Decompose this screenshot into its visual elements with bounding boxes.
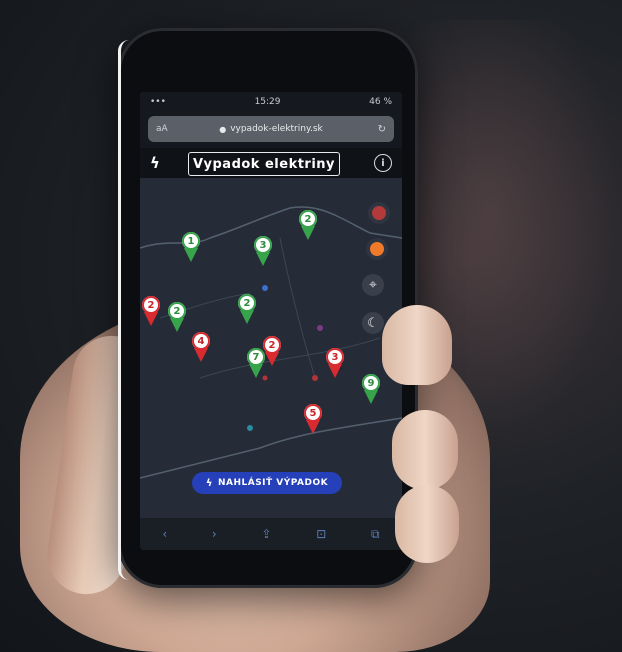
info-icon[interactable]: i (374, 154, 392, 172)
status-signal: ••• (150, 97, 166, 107)
map-marker[interactable]: 3 (252, 236, 274, 268)
finger (395, 485, 459, 563)
map-marker[interactable]: 4 (190, 332, 212, 364)
share-icon[interactable]: ⇪ (261, 527, 271, 541)
phone-screen: ••• 15:29 46 % aA ● vypadok-elektriny.sk… (140, 92, 402, 550)
marker-pointer (256, 252, 270, 266)
status-battery: 46 % (369, 97, 392, 107)
warning-filter-button[interactable] (366, 238, 388, 260)
bolt-icon: ϟ (205, 477, 213, 489)
url-text: vypadok-elektriny.sk (230, 124, 323, 134)
map-marker[interactable]: 2 (236, 294, 258, 326)
forward-icon[interactable]: › (212, 527, 217, 541)
report-outage-label: NAHLÁSIŤ VÝPADOK (217, 478, 329, 488)
map-marker[interactable]: 3 (324, 348, 346, 380)
map-marker[interactable]: 5 (302, 404, 324, 436)
marker-pointer (364, 390, 378, 404)
bookmarks-icon[interactable]: ⊡ (316, 527, 326, 541)
map-marker[interactable]: 1 (180, 232, 202, 264)
text-size-button[interactable]: aA (156, 124, 168, 134)
map-marker[interactable]: 2 (166, 302, 188, 334)
outage-map[interactable]: 1 3 2 2 2 2 4 7 2 3 9 5 ⌖ ☾ (140, 178, 402, 518)
marker-pointer (240, 310, 254, 324)
address-field[interactable]: aA ● vypadok-elektriny.sk ↻ (148, 116, 394, 142)
marker-pointer (328, 364, 342, 378)
status-time: 15:29 (254, 97, 281, 107)
map-marker[interactable]: 2 (297, 210, 319, 242)
report-outage-button[interactable]: ϟ NAHLÁSIŤ VÝPADOK (192, 472, 342, 494)
tabs-icon[interactable]: ⧉ (371, 527, 380, 542)
marker-pointer (144, 312, 158, 326)
browser-toolbar: ‹ › ⇪ ⊡ ⧉ (140, 518, 402, 550)
bolt-icon: ϟ (150, 154, 160, 172)
reload-icon[interactable]: ↻ (378, 124, 386, 135)
map-marker[interactable]: 9 (360, 374, 382, 406)
marker-pointer (170, 318, 184, 332)
finger (382, 305, 452, 385)
marker-pointer (265, 352, 279, 366)
moon-icon[interactable]: ☾ (362, 312, 384, 334)
marker-pointer (301, 226, 315, 240)
phone-edge-highlight (118, 40, 129, 580)
marker-pointer (306, 420, 320, 434)
map-marker[interactable]: 2 (261, 336, 283, 368)
back-icon[interactable]: ‹ (162, 527, 167, 541)
lock-icon: ● (219, 124, 227, 134)
browser-url-bar: aA ● vypadok-elektriny.sk ↻ (140, 112, 402, 148)
finger (392, 410, 458, 490)
marker-pointer (194, 348, 208, 362)
map-marker[interactable]: 2 (140, 296, 162, 328)
app-title: Vypadok elektriny (188, 152, 340, 176)
locate-icon[interactable]: ⌖ (362, 274, 384, 296)
marker-pointer (184, 248, 198, 262)
status-bar: ••• 15:29 46 % (140, 92, 402, 112)
app-header: ϟ Vypadok elektriny i (140, 148, 402, 178)
outage-filter-button[interactable] (368, 202, 390, 224)
